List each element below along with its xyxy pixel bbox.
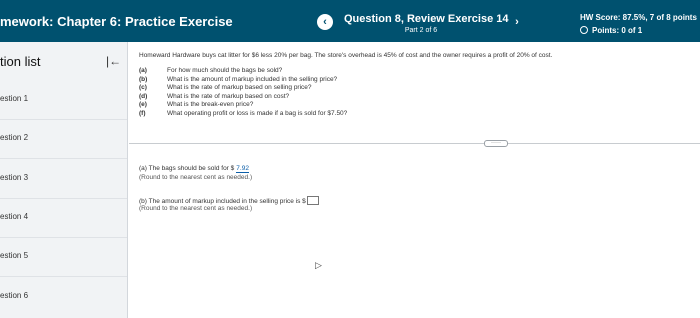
part-letter: (a): [139, 67, 147, 74]
question-intro: Homeward Hardware buys cat litter for $6…: [139, 52, 553, 59]
circle-icon: [580, 26, 588, 34]
question-part: Part 2 of 6: [404, 27, 438, 34]
answer-b: (b) The amount of markup included in the…: [139, 196, 319, 205]
sidebar-item-question-6[interactable]: estion 6: [0, 291, 28, 300]
answer-a-value: 7.92: [236, 165, 249, 173]
hw-score: HW Score: 87.5%, 7 of 8 points: [580, 13, 697, 22]
divider: [0, 158, 127, 159]
question-title: Question 8, Review Exercise 14: [344, 13, 509, 25]
points-indicator: Points: 0 of 1: [580, 26, 642, 35]
answer-a: (a) The bags should be sold for $7.92: [139, 165, 249, 173]
answer-b-text: (b) The amount of markup included in the…: [139, 198, 306, 205]
part-text: What is the rate of markup based on cost…: [167, 92, 290, 100]
part-text: What is the rate of markup based on sell…: [167, 84, 312, 91]
rounding-hint: (Round to the nearest cent as needed.): [139, 205, 253, 212]
divider: [0, 119, 127, 120]
sidebar-item-question-1[interactable]: estion 1: [0, 94, 28, 103]
part-text: What is the break-even price?: [167, 101, 254, 108]
sidebar-item-question-5[interactable]: estion 5: [0, 251, 28, 260]
answer-a-text: (a) The bags should be sold for $: [139, 165, 235, 172]
sidebar-item-question-4[interactable]: estion 4: [0, 212, 28, 221]
top-bar: mework: Chapter 6: Practice Exercise ‹ Q…: [0, 0, 700, 42]
next-question-button[interactable]: ›: [509, 14, 525, 30]
question-list-sidebar: tion list |← estion 1 estion 2 estion 3 …: [0, 42, 128, 318]
expand-more-button[interactable]: ·····: [484, 140, 508, 147]
part-text: What operating profit or loss is made if…: [167, 109, 348, 117]
divider: [0, 276, 127, 277]
section-divider: [129, 143, 700, 144]
question-panel: Homeward Hardware buys cat litter for $6…: [129, 42, 700, 318]
divider: [0, 198, 127, 199]
sidebar-item-question-3[interactable]: estion 3: [0, 173, 28, 182]
sidebar-title: tion list: [0, 54, 41, 69]
sidebar-item-question-2[interactable]: estion 2: [0, 133, 28, 142]
part-text: For how much should the bags be sold?: [167, 67, 283, 74]
previous-question-button[interactable]: ‹: [317, 14, 333, 30]
divider: [0, 237, 127, 238]
part-letter: (d): [139, 92, 148, 100]
rounding-hint: (Round to the nearest cent as needed.): [139, 174, 253, 181]
homework-title: mework: Chapter 6: Practice Exercise: [0, 14, 233, 29]
part-text: What is the amount of markup included in…: [167, 75, 338, 83]
part-letter: (c): [139, 84, 147, 91]
markup-amount-input[interactable]: [306, 196, 319, 205]
mouse-cursor-icon: ▷: [315, 260, 322, 270]
part-letter: (f): [139, 109, 146, 117]
part-letter: (e): [139, 101, 147, 108]
collapse-sidebar-icon[interactable]: |←: [106, 54, 121, 68]
points-text: Points: 0 of 1: [592, 26, 643, 35]
part-letter: (b): [139, 75, 148, 83]
